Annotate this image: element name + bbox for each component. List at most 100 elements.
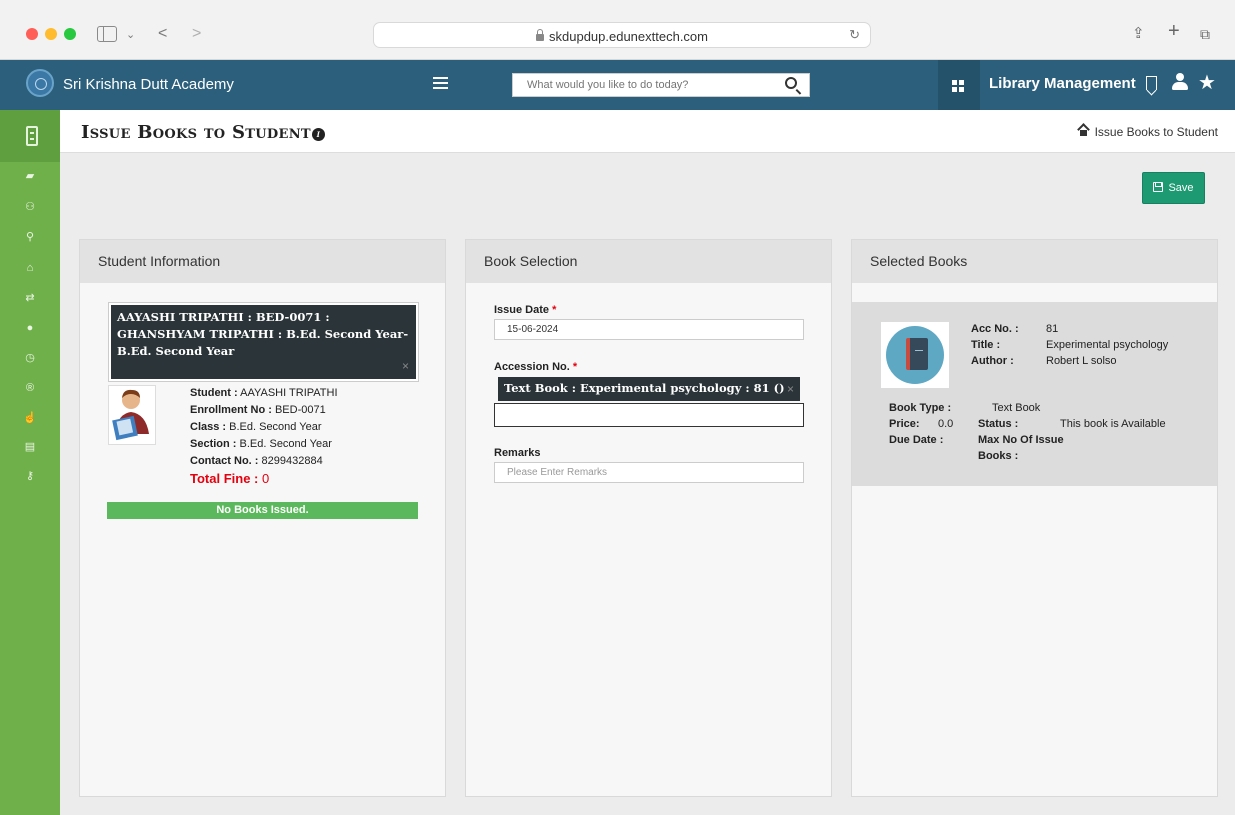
star-icon[interactable]: ★ [1198, 70, 1216, 95]
price-label-text: Price: [889, 418, 920, 430]
due-date-label-text: Due Date : [889, 434, 944, 446]
price-value: 0.0 [938, 418, 954, 430]
apps-button[interactable] [938, 60, 980, 110]
required-mark: * [572, 361, 578, 373]
status-label: Status : [978, 417, 1018, 432]
user-search-icon[interactable]: ⚷ [22, 468, 38, 484]
class-value: B.Ed. Second Year [229, 421, 322, 433]
search-box [512, 73, 810, 97]
student-select[interactable]: AAYASHI TRIPATHI : BED-0071 : GHANSHYAM … [108, 302, 419, 382]
hand-pointer-icon[interactable]: ☝ [22, 410, 38, 426]
max-issue-label: Max No Of Issue [978, 433, 1064, 448]
maximize-window-button[interactable] [64, 28, 76, 40]
book-selection-panel: Book Selection Issue Date * Accession No… [465, 239, 832, 797]
author-label-text: Author : [971, 355, 1014, 367]
book-type-label: Book Type : [889, 401, 951, 416]
sidebar-header[interactable] [0, 110, 60, 162]
address-bar[interactable]: skdupdup.edunexttech.com ↻ [373, 22, 871, 48]
minimize-window-button[interactable] [45, 28, 57, 40]
student-information-panel: Student Information AAYASHI TRIPATHI : B… [79, 239, 446, 797]
status-value: This book is Available [1060, 418, 1166, 430]
selected-book-card: Acc No. : 81 Title : Experimental psycho… [852, 302, 1217, 486]
remarks-field[interactable] [494, 462, 804, 483]
browser-toolbar: ⌄ < > skdupdup.edunexttech.com ↻ ⇪ + ⧉ [0, 0, 1235, 60]
issue-date-label: Issue Date * [494, 304, 556, 316]
remarks-label: Remarks [494, 447, 541, 459]
status-label-text: Status : [978, 418, 1019, 430]
enrollment-number: BED-0071 [274, 404, 326, 416]
panel-heading: Selected Books [852, 240, 1217, 283]
forward-icon[interactable]: > [192, 24, 201, 44]
home-icon [1078, 127, 1089, 136]
school-logo[interactable] [26, 69, 54, 97]
contact-number: 8299432884 [261, 455, 323, 467]
save-label: Save [1168, 182, 1194, 194]
library-icon [26, 126, 38, 146]
close-window-button[interactable] [26, 28, 38, 40]
book-icon-background [886, 326, 944, 384]
search-icon[interactable] [785, 77, 797, 89]
left-sidebar: ▰ ⚇ ⚲ ⌂ ⇄ ● ◷ ® ☝ ▤ ⚷ [0, 110, 60, 815]
url-text: skdupdup.edunexttech.com [549, 29, 708, 44]
breadcrumb[interactable]: Issue Books to Student [1078, 125, 1218, 139]
page-title-text: Issue Books to Student [81, 122, 311, 143]
lock-icon [536, 29, 544, 41]
issue-date-label-text: Issue Date [494, 304, 550, 316]
new-tab-icon[interactable]: + [1168, 21, 1180, 41]
max-issue-label-line1: Max No Of Issue [978, 434, 1064, 446]
school-name[interactable]: Sri Krishna Dutt Academy [63, 76, 234, 93]
section-label: Section : [190, 438, 237, 450]
reload-icon[interactable]: ↻ [849, 27, 860, 43]
sidebar-toggle-icon[interactable] [97, 26, 117, 42]
search-nav-icon[interactable]: ⚲ [22, 229, 38, 245]
book-icon[interactable]: ▰ [22, 168, 38, 184]
book-author: Robert L solso [1046, 355, 1117, 367]
book-type-label-text: Book Type : [889, 402, 952, 414]
search-input[interactable] [513, 74, 773, 96]
back-icon[interactable]: < [158, 24, 167, 44]
registered-icon[interactable]: ® [22, 380, 38, 396]
user-icon[interactable] [1172, 73, 1188, 91]
save-button[interactable]: Save [1142, 172, 1205, 204]
fine-label: Total Fine : [190, 471, 259, 486]
selected-book-text: Text Book : Experimental psychology : 81… [504, 381, 785, 395]
check-circle-icon[interactable]: ● [22, 320, 38, 336]
title-label-text: Title : [971, 339, 1001, 351]
gift-icon[interactable]: ⌂ [22, 260, 38, 276]
max-issue-label-line2: Books : [978, 450, 1019, 462]
remove-student-button[interactable]: × [402, 358, 409, 375]
accession-search-input[interactable] [494, 403, 804, 427]
url-display: skdupdup.edunexttech.com [374, 29, 870, 44]
clock-icon[interactable]: ◷ [22, 350, 38, 366]
selected-student-text: AAYASHI TRIPATHI : BED-0071 : GHANSHYAM … [117, 310, 409, 358]
acc-value: 81 [1046, 323, 1059, 335]
max-issue-label-2: Books : [978, 449, 1018, 464]
tabs-icon[interactable]: ⧉ [1200, 24, 1210, 44]
book-title: Experimental psychology [1046, 339, 1169, 351]
issue-date-field[interactable] [494, 319, 804, 340]
class-label: Class : [190, 421, 227, 433]
exchange-icon[interactable]: ⇄ [22, 290, 38, 306]
due-date-label: Due Date : [889, 433, 943, 448]
info-icon[interactable]: i [311, 128, 325, 141]
apps-icon [952, 80, 964, 92]
page-title: Issue Books to Student i [81, 122, 325, 143]
chevron-down-icon[interactable]: ⌄ [126, 25, 135, 45]
share-icon[interactable]: ⇪ [1132, 24, 1145, 44]
acc-label: Acc No. : [971, 323, 1019, 335]
selected-books-panel: Selected Books Acc No. : 81 Title : Expe… [851, 239, 1218, 797]
file-icon[interactable]: ▤ [22, 439, 38, 455]
module-title[interactable]: Library Management [989, 75, 1136, 92]
app-header: Sri Krishna Dutt Academy Library Managem… [0, 60, 1235, 110]
save-icon [1153, 182, 1164, 192]
title-label: Title : [971, 338, 1000, 353]
accession-label-text: Accession No. [494, 361, 570, 373]
menu-icon[interactable] [433, 77, 448, 89]
accession-label: Accession No. * [494, 361, 577, 373]
group-icon[interactable]: ⚇ [22, 199, 38, 215]
selected-student-tag: AAYASHI TRIPATHI : BED-0071 : GHANSHYAM … [111, 305, 416, 379]
author-label: Author : [971, 354, 1014, 369]
bookmark-icon[interactable] [1146, 76, 1157, 90]
remove-book-button[interactable]: × [787, 382, 794, 396]
enrollment-label: Enrollment No : [190, 404, 272, 416]
